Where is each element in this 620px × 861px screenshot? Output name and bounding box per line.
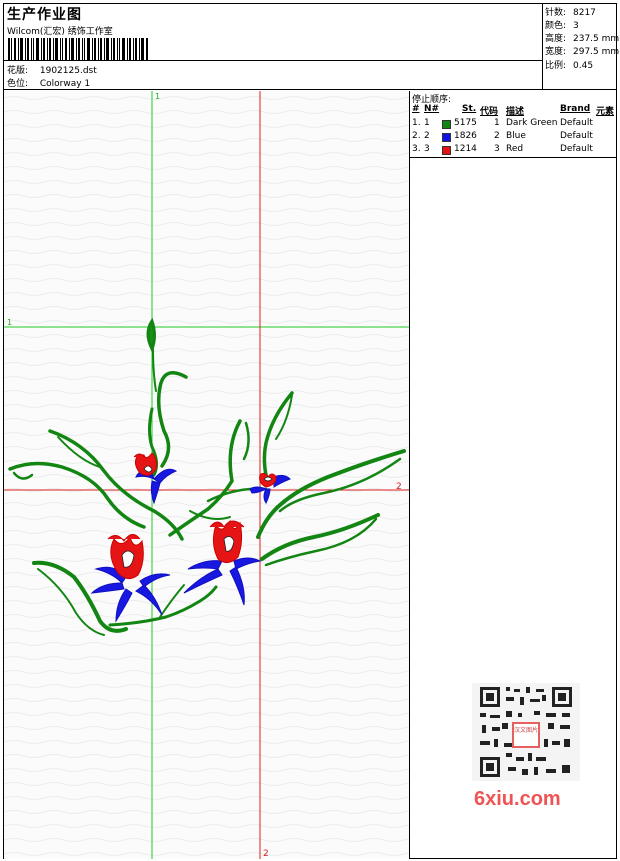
qr-logo-badge: 汉文图片: [512, 722, 540, 748]
design-canvas: 1 1 2 2: [4, 91, 409, 859]
col-description: 描述: [506, 107, 525, 117]
row-description: Dark Green: [506, 118, 558, 128]
design-preview[interactable]: 1 1 2 2: [4, 91, 410, 859]
row-stitches: 5175: [454, 118, 477, 128]
stat-colors: 颜色: 3: [545, 18, 579, 31]
stat-value: 237.5 mm: [573, 34, 620, 44]
sheet-title: 生产作业图: [7, 7, 82, 23]
stat-width: 宽度: 297.5 mm: [545, 44, 619, 57]
row-needle: 3: [424, 144, 430, 154]
stat-value: 0.45: [573, 61, 594, 71]
row-description: Blue: [506, 131, 526, 141]
color-swatch: [442, 120, 451, 129]
stop-row[interactable]: 3. 3 1214 3 Red Default: [410, 144, 616, 157]
guide-label-green-top: 1: [155, 92, 160, 101]
watermark-text: 6xiu.com: [474, 788, 561, 810]
row-code: 2: [494, 131, 500, 141]
barcode: [8, 38, 148, 60]
design-file-value: 1902125.dst: [39, 66, 97, 76]
stat-label: 宽度:: [545, 47, 567, 57]
guide-label-green-left: 1: [7, 318, 12, 327]
row-brand: Default: [560, 144, 593, 154]
sheet-header: 生产作业图 Wilcom(汇宏) 绣饰工作室 花版: 1902125.dst 色…: [4, 4, 619, 90]
colorway-label: 色位:: [7, 79, 29, 89]
col-element: 元素: [596, 107, 615, 117]
row-needle: 1: [424, 118, 430, 128]
color-swatch: [442, 133, 451, 142]
col-brand: Brand: [560, 104, 591, 114]
header-info: 生产作业图 Wilcom(汇宏) 绣饰工作室 花版: 1902125.dst 色…: [4, 4, 542, 90]
header-divider: [4, 60, 542, 61]
guide-label-red-bottom: 2: [263, 849, 269, 859]
stat-value: 3: [573, 21, 579, 31]
design-file-label: 花版:: [7, 66, 29, 76]
stop-row[interactable]: 1. 1 5175 1 Dark Green Default: [410, 118, 616, 131]
guide-label-red-right: 2: [396, 482, 402, 492]
row-num: 2.: [412, 131, 421, 141]
stat-value: 8217: [573, 8, 596, 18]
colorway-row: 色位: Colorway 1: [7, 76, 90, 89]
row-num: 1.: [412, 118, 421, 128]
design-stats: 针数: 8217 颜色: 3 高度: 237.5 mm 宽度: 297.5 mm 比例:…: [542, 4, 619, 90]
col-code: 代码: [480, 107, 499, 117]
row-stitches: 1826: [454, 131, 477, 141]
panel-divider: [410, 157, 616, 158]
color-swatch: [442, 146, 451, 155]
row-needle: 2: [424, 131, 430, 141]
design-file-row: 花版: 1902125.dst: [7, 63, 97, 76]
stop-sequence-header: # N# St. 代码 描述 Brand 元素: [410, 104, 616, 117]
row-stitches: 1214: [454, 144, 477, 154]
stat-label: 高度:: [545, 34, 567, 44]
row-code: 1: [494, 118, 500, 128]
stat-height: 高度: 237.5 mm: [545, 31, 619, 44]
row-num: 3.: [412, 144, 421, 154]
stat-label: 比例:: [545, 61, 567, 71]
stat-label: 颜色:: [545, 21, 567, 31]
colorway-value: Colorway 1: [39, 79, 91, 89]
stat-scale: 比例: 0.45: [545, 58, 593, 71]
col-stitches: St.: [462, 104, 477, 114]
stop-row[interactable]: 2. 2 1826 2 Blue Default: [410, 131, 616, 144]
col-needle: N#: [424, 104, 440, 114]
row-brand: Default: [560, 118, 593, 128]
stat-value: 297.5 mm: [573, 47, 620, 57]
stat-stitches: 针数: 8217: [545, 5, 596, 18]
col-num: #: [412, 104, 420, 114]
row-brand: Default: [560, 131, 593, 141]
stat-label: 针数:: [545, 8, 567, 18]
row-description: Red: [506, 144, 524, 154]
company-name: Wilcom(汇宏) 绣饰工作室: [7, 27, 113, 37]
row-code: 3: [494, 144, 500, 154]
